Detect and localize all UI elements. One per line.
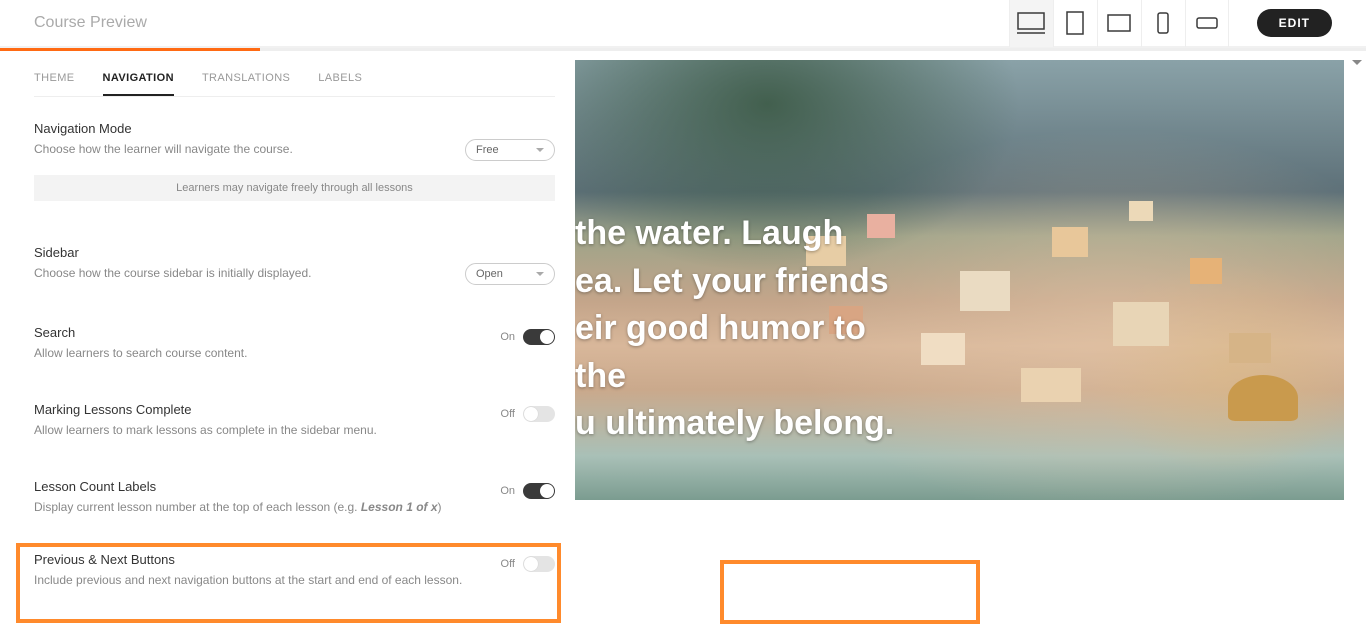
device-tablet-portrait-button[interactable]	[1053, 0, 1097, 47]
top-bar: Course Preview EDIT	[0, 0, 1366, 48]
search-toggle[interactable]	[523, 329, 555, 345]
device-desktop-button[interactable]	[1009, 0, 1053, 47]
setting-prev-next: Previous & Next Buttons Include previous…	[34, 552, 555, 589]
navmode-desc: Choose how the learner will navigate the…	[34, 140, 445, 158]
device-phone-portrait-button[interactable]	[1141, 0, 1185, 47]
setting-sidebar: Sidebar Choose how the course sidebar is…	[34, 245, 555, 285]
tab-theme[interactable]: THEME	[34, 72, 75, 96]
prevnext-title: Previous & Next Buttons	[34, 552, 481, 567]
tablet-portrait-icon	[1066, 11, 1084, 35]
navmode-info: Learners may navigate freely through all…	[34, 175, 555, 201]
content-area: THEME NAVIGATION TRANSLATIONS LABELS Nav…	[0, 48, 1366, 633]
phone-landscape-icon	[1196, 17, 1218, 29]
settings-tabs: THEME NAVIGATION TRANSLATIONS LABELS	[34, 72, 555, 97]
preview-frame[interactable]: the water. Laugh ea. Let your friends ei…	[575, 60, 1344, 500]
chevron-down-icon	[536, 148, 544, 152]
navmode-value: Free	[476, 144, 499, 156]
setting-navigation-mode: Navigation Mode Choose how the learner w…	[34, 121, 555, 201]
count-title: Lesson Count Labels	[34, 479, 480, 494]
marking-state: Off	[501, 408, 515, 420]
marking-toggle[interactable]	[523, 406, 555, 422]
tab-labels[interactable]: LABELS	[318, 72, 362, 96]
count-toggle[interactable]	[523, 483, 555, 499]
search-state: On	[500, 331, 515, 343]
desktop-icon	[1017, 12, 1045, 34]
sidebar-title: Sidebar	[34, 245, 445, 260]
device-phone-landscape-button[interactable]	[1185, 0, 1229, 47]
search-desc: Allow learners to search course content.	[34, 344, 480, 362]
topbar-right: EDIT	[1009, 0, 1332, 47]
preview-text: the water. Laugh ea. Let your friends ei…	[575, 210, 895, 448]
navmode-title: Navigation Mode	[34, 121, 445, 136]
edit-button[interactable]: EDIT	[1257, 9, 1332, 37]
search-title: Search	[34, 325, 480, 340]
tablet-landscape-icon	[1107, 14, 1131, 32]
scroll-up-icon[interactable]	[1352, 60, 1362, 68]
prevnext-state: Off	[501, 558, 515, 570]
sidebar-value: Open	[476, 268, 503, 280]
page-title: Course Preview	[34, 14, 147, 32]
chevron-down-icon	[536, 272, 544, 276]
prevnext-toggle[interactable]	[523, 556, 555, 572]
setting-search: Search Allow learners to search course c…	[34, 325, 555, 362]
marking-title: Marking Lessons Complete	[34, 402, 481, 417]
settings-panel: THEME NAVIGATION TRANSLATIONS LABELS Nav…	[0, 48, 575, 633]
sidebar-select[interactable]: Open	[465, 263, 555, 285]
sidebar-desc: Choose how the course sidebar is initial…	[34, 264, 445, 282]
course-preview-pane: the water. Laugh ea. Let your friends ei…	[575, 48, 1366, 633]
navmode-select[interactable]: Free	[465, 139, 555, 161]
device-tablet-landscape-button[interactable]	[1097, 0, 1141, 47]
count-state: On	[500, 485, 515, 497]
marking-desc: Allow learners to mark lessons as comple…	[34, 421, 481, 439]
count-desc: Display current lesson number at the top…	[34, 498, 480, 516]
phone-portrait-icon	[1157, 12, 1169, 34]
setting-lesson-count: Lesson Count Labels Display current less…	[34, 479, 555, 516]
prevnext-desc: Include previous and next navigation but…	[34, 571, 481, 589]
tab-translations[interactable]: TRANSLATIONS	[202, 72, 290, 96]
tab-navigation[interactable]: NAVIGATION	[103, 72, 174, 96]
setting-marking-complete: Marking Lessons Complete Allow learners …	[34, 402, 555, 439]
